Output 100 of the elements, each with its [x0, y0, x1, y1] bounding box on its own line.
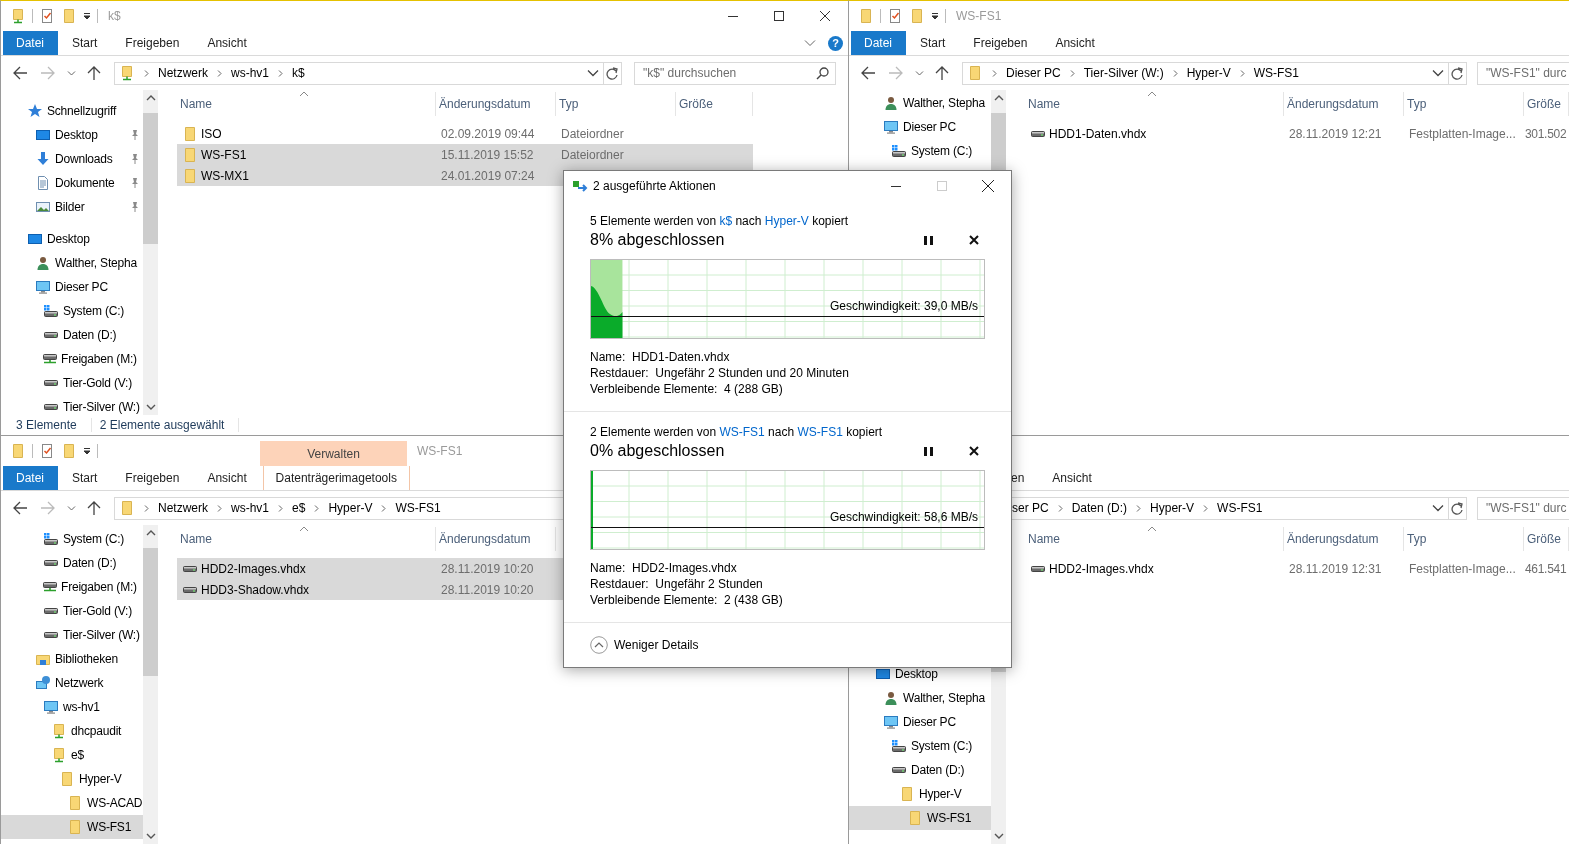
- search-field[interactable]: "WS-FS1" durc: [1477, 61, 1569, 85]
- file-menu-tab[interactable]: Datei: [851, 31, 906, 55]
- properties-icon[interactable]: [39, 8, 55, 24]
- dropdown-caret-icon[interactable]: [83, 12, 91, 20]
- up-arrow-icon[interactable]: [87, 500, 101, 516]
- back-arrow-icon[interactable]: [861, 66, 876, 80]
- nav-item[interactable]: Tier-Gold (V:): [1, 371, 143, 395]
- ribbon-tab[interactable]: Ansicht: [193, 466, 261, 490]
- nav-item[interactable]: Tier-Gold (V:): [1, 599, 143, 623]
- address-bar[interactable]: Netzwerk ws-hv1 k$: [114, 61, 622, 85]
- scrollbar-thumb[interactable]: [143, 113, 158, 244]
- dropdown-caret-icon[interactable]: [587, 69, 599, 77]
- file-row[interactable]: HDD2-Images.vhdx 28.11.2019 12:31 Festplatten-Image... 461.541: [1025, 558, 1569, 579]
- breadcrumb[interactable]: Hyper-V: [1150, 501, 1195, 515]
- folder-icon[interactable]: [61, 443, 77, 459]
- recent-caret-icon[interactable]: [67, 504, 76, 512]
- nav-item[interactable]: System (C:): [849, 734, 991, 758]
- ribbon-tab[interactable]: Start: [58, 31, 112, 55]
- dropdown-caret-icon[interactable]: [1432, 69, 1444, 77]
- ribbon-tab[interactable]: Start: [906, 31, 960, 55]
- column-header[interactable]: Größe: [1524, 92, 1569, 116]
- breadcrumb[interactable]: Daten (D:): [1071, 501, 1128, 515]
- nav-item[interactable]: e$: [1, 743, 143, 767]
- nav-item[interactable]: Hyper-V: [1, 767, 143, 791]
- recent-caret-icon[interactable]: [67, 69, 76, 77]
- nav-item[interactable]: Hyper-V: [849, 782, 991, 806]
- refresh-button[interactable]: [1448, 497, 1466, 519]
- nav-item[interactable]: System (C:): [1, 299, 143, 323]
- up-arrow-icon[interactable]: [87, 65, 101, 81]
- properties-icon[interactable]: [887, 8, 903, 24]
- expand-ribbon-icon[interactable]: [804, 39, 816, 47]
- nav-item[interactable]: Desktop: [1, 123, 143, 147]
- column-header[interactable]: Typ: [1404, 92, 1524, 116]
- nav-item[interactable]: Bibliotheken: [1, 647, 143, 671]
- nav-item[interactable]: Downloads: [1, 147, 143, 171]
- nav-item[interactable]: Walther, Stepha: [849, 686, 991, 710]
- breadcrumb[interactable]: Hyper-V: [1186, 66, 1231, 80]
- ribbon-tab[interactable]: Ansicht: [193, 31, 261, 55]
- search-field[interactable]: "WS-FS1" durc: [1477, 496, 1569, 520]
- nav-item[interactable]: Tier-Silver (W:): [1, 395, 143, 415]
- nav-item[interactable]: Tier-Silver (W:): [1, 623, 143, 647]
- scrollbar[interactable]: [143, 525, 158, 844]
- breadcrumb[interactable]: Netzwerk: [158, 66, 208, 80]
- nav-item[interactable]: Dieser PC: [849, 115, 991, 139]
- up-arrow-icon[interactable]: [935, 65, 949, 81]
- source-link[interactable]: WS-FS1: [719, 425, 765, 439]
- nav-item[interactable]: Dokumente: [1, 171, 143, 195]
- column-header[interactable]: Typ: [1404, 527, 1524, 551]
- search-icon[interactable]: [816, 66, 829, 80]
- nav-item[interactable]: Daten (D:): [849, 758, 991, 782]
- nav-item[interactable]: Bilder: [1, 195, 143, 219]
- breadcrumb[interactable]: ser PC: [1012, 501, 1049, 515]
- column-header[interactable]: Änderungsdatum: [436, 527, 556, 551]
- ribbon-tab[interactable]: en: [997, 466, 1039, 490]
- ribbon-tab[interactable]: Freigeben: [959, 31, 1042, 55]
- scrollbar-thumb[interactable]: [143, 548, 158, 677]
- properties-icon[interactable]: [39, 443, 55, 459]
- file-row[interactable]: WS-FS1 15.11.2019 15:52 Dateiordner: [177, 144, 753, 165]
- nav-item[interactable]: WS-FS1: [849, 806, 991, 830]
- file-row[interactable]: ISO 02.09.2019 09:44 Dateiordner: [177, 123, 753, 144]
- column-header[interactable]: Größe: [1524, 527, 1569, 551]
- nav-item[interactable]: Freigaben (M:): [1, 347, 143, 371]
- column-header[interactable]: Name: [1025, 92, 1284, 116]
- nav-item[interactable]: System (C:): [1, 527, 143, 551]
- breadcrumb[interactable]: Dieser PC: [1006, 66, 1061, 80]
- dropdown-caret-icon[interactable]: [1432, 504, 1444, 512]
- column-header[interactable]: Name: [1025, 527, 1284, 551]
- column-header[interactable]: Änderungsdatum: [1284, 527, 1404, 551]
- nav-item[interactable]: Dieser PC: [849, 710, 991, 734]
- breadcrumb[interactable]: Tier-Silver (W:): [1083, 66, 1164, 80]
- nav-item[interactable]: Walther, Stepha: [1, 251, 143, 275]
- nav-item[interactable]: Freigaben (M:): [1, 575, 143, 599]
- file-menu-tab[interactable]: Datei: [3, 466, 58, 490]
- refresh-button[interactable]: [1448, 62, 1466, 84]
- scrollbar[interactable]: [143, 90, 158, 415]
- forward-arrow-icon[interactable]: [41, 501, 56, 515]
- address-bar[interactable]: ser PC Daten (D:) Hyper-V WS-FS1: [1012, 496, 1467, 520]
- breadcrumb[interactable]: e$: [292, 501, 306, 515]
- breadcrumb[interactable]: WS-FS1: [395, 501, 441, 515]
- back-arrow-icon[interactable]: [13, 66, 28, 80]
- nav-item[interactable]: System (C:): [849, 139, 991, 163]
- help-button[interactable]: ?: [828, 35, 843, 51]
- file-row[interactable]: HDD3-Shadow.vhdx 28.11.2019 10:20: [177, 579, 564, 600]
- nav-item[interactable]: Netzwerk: [1, 671, 143, 695]
- file-menu-tab[interactable]: Datei: [3, 31, 58, 55]
- nav-item[interactable]: ws-hv1: [1, 695, 143, 719]
- breadcrumb[interactable]: Netzwerk: [158, 501, 208, 515]
- nav-item[interactable]: WS-ACAD: [1, 791, 143, 815]
- source-link[interactable]: k$: [719, 214, 733, 228]
- folder-icon[interactable]: [909, 8, 925, 24]
- breadcrumb[interactable]: ws-hv1: [231, 66, 270, 80]
- breadcrumb[interactable]: Hyper-V: [328, 501, 373, 515]
- ribbon-tab[interactable]: Freigeben: [111, 31, 194, 55]
- nav-item[interactable]: Daten (D:): [1, 323, 143, 347]
- dropdown-caret-icon[interactable]: [931, 12, 939, 20]
- breadcrumb[interactable]: WS-FS1: [1253, 66, 1300, 80]
- ribbon-tab[interactable]: Freigeben: [111, 466, 194, 490]
- nav-item[interactable]: Walther, Stepha: [849, 91, 991, 115]
- forward-arrow-icon[interactable]: [41, 66, 56, 80]
- column-header[interactable]: Name: [177, 527, 436, 551]
